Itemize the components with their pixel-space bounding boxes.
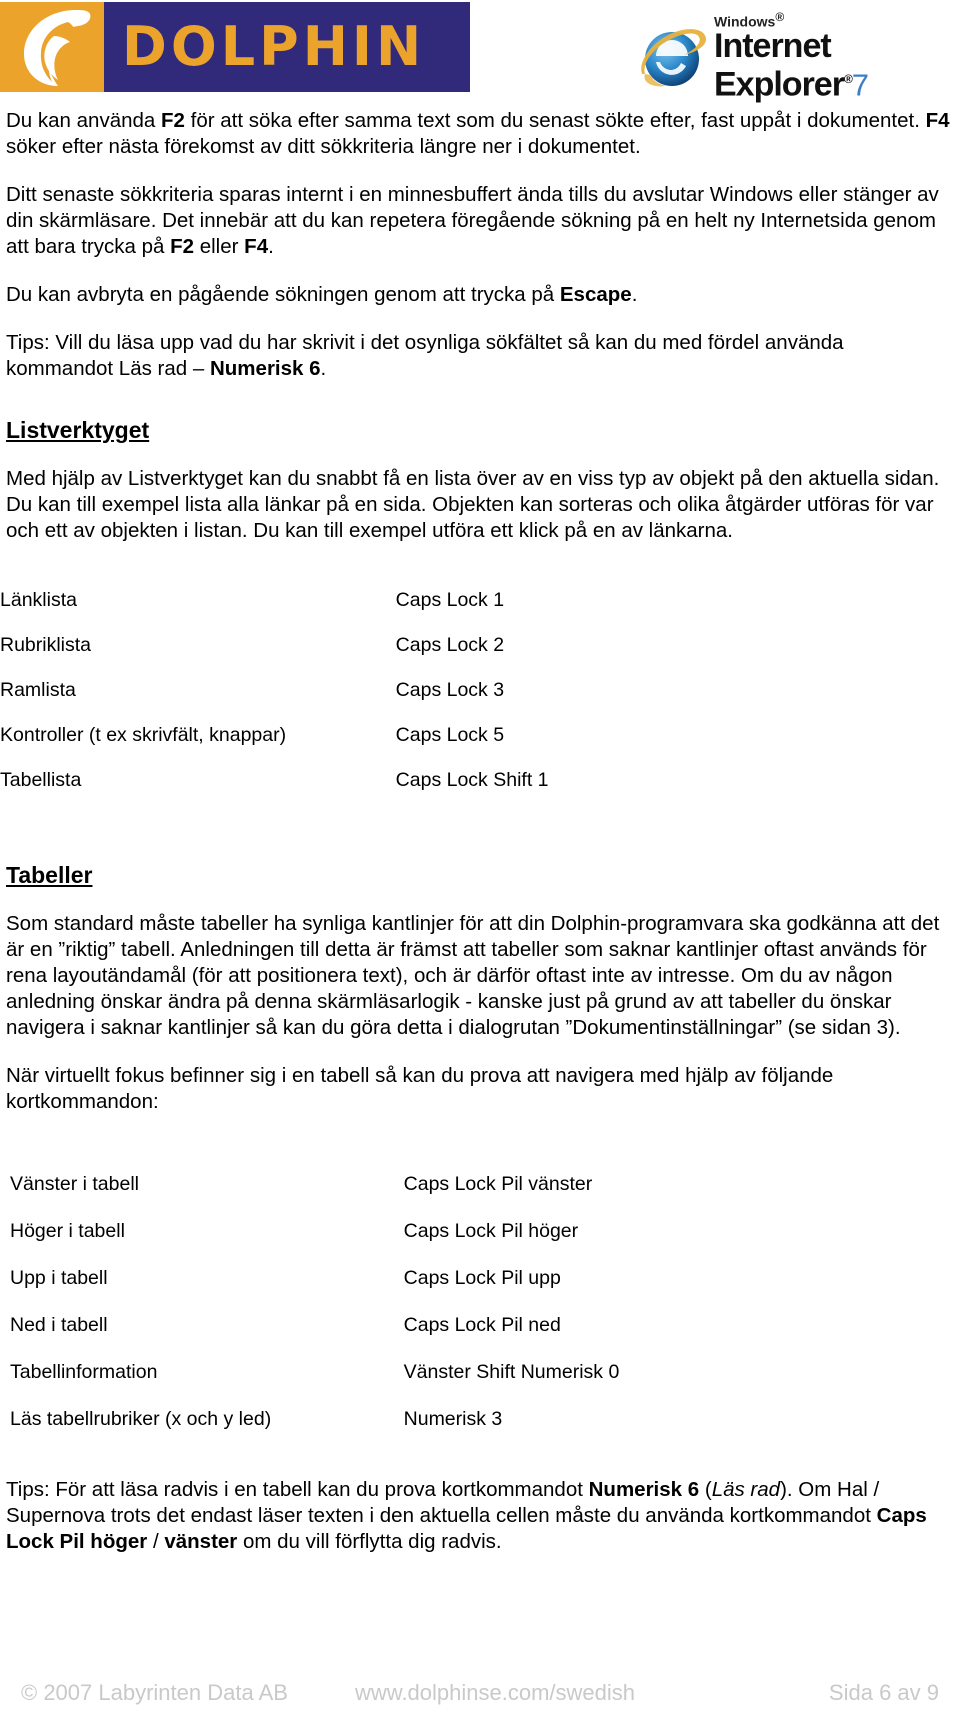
- footer-page-number: Sida 6 av 9: [828, 1680, 939, 1705]
- footer-copyright: © 2007 Labyrinten Data AB: [21, 1680, 288, 1705]
- table-row: Tabellinformation Vänster Shift Numerisk…: [0, 1349, 860, 1396]
- list-shortcut-key: Caps Lock Shift 1: [395, 769, 549, 791]
- table-navigation-shortcuts-table: Vänster i tabell Caps Lock Pil vänster H…: [0, 1161, 860, 1443]
- table-row: Rubriklista Caps Lock 2: [0, 623, 860, 668]
- table-shortcut-action: Höger i tabell: [10, 1220, 125, 1242]
- ie-version-number: 7: [851, 66, 869, 102]
- footer-url[interactable]: www.dolphinse.com/swedish: [355, 1678, 635, 1708]
- list-shortcut-key: Caps Lock 2: [395, 634, 505, 656]
- key-vanster: vänster: [164, 1530, 238, 1553]
- list-shortcut-action: Tabellista: [0, 769, 82, 791]
- key-numerisk-6-1: Numerisk 6: [209, 357, 321, 380]
- emphasis-las-rad: Läs rad: [711, 1478, 781, 1501]
- table-shortcut-key: Caps Lock Pil vänster: [403, 1173, 593, 1195]
- key-f2-1: F2: [161, 109, 185, 132]
- table-shortcut-key: Numerisk 3: [403, 1408, 503, 1430]
- list-shortcut-action: Länklista: [0, 589, 77, 611]
- table-shortcut-key: Caps Lock Pil upp: [403, 1267, 561, 1289]
- list-shortcut-key: Caps Lock 1: [395, 589, 505, 611]
- table-row: Kontroller (t ex skrivfält, knappar) Cap…: [0, 713, 860, 758]
- table-shortcut-action: Vänster i tabell: [10, 1173, 139, 1195]
- list-shortcut-action: Rubriklista: [0, 634, 92, 656]
- dolphin-logo: DOLPHIN: [0, 2, 470, 92]
- ie-explorer-label: Explorer®7: [714, 64, 869, 103]
- table-row: Vänster i tabell Caps Lock Pil vänster: [0, 1161, 860, 1208]
- paragraph-virtual-focus: När virtuellt fokus befinner sig i en ta…: [6, 1064, 834, 1113]
- section-heading-tabeller: Tabeller: [6, 862, 93, 888]
- paragraph-tabeller-description: Som standard måste tabeller ha synliga k…: [6, 912, 940, 1039]
- table-shortcut-action: Läs tabellrubriker (x och y led): [10, 1408, 272, 1430]
- paragraph-f2-f4-search: Du kan använda F2 för att söka efter sam…: [6, 109, 950, 158]
- ie-trademark-1: ®: [775, 10, 785, 24]
- paragraph-search-buffer: Ditt senaste sökkriteria sparas internt …: [6, 183, 939, 258]
- key-escape: Escape: [559, 283, 632, 306]
- dolphin-badge: [0, 2, 104, 92]
- section-heading-listverktyget: Listverktyget: [6, 417, 150, 443]
- table-row: Tabellista Caps Lock Shift 1: [0, 758, 860, 803]
- paragraph-tips-row-reading: Tips: För att läsa radvis i en tabell ka…: [6, 1478, 927, 1553]
- paragraph-tips-read-line: Tips: Vill du läsa upp vad du har skrivi…: [6, 331, 844, 380]
- document-body: Du kan använda F2 för att söka efter sam…: [0, 108, 960, 1555]
- table-shortcut-action: Ned i tabell: [10, 1314, 108, 1336]
- ie-internet-label: Internet: [714, 26, 832, 65]
- ie-trademark-2: ®: [843, 71, 853, 86]
- table-shortcut-key: Caps Lock Pil höger: [403, 1220, 579, 1242]
- internet-explorer-e-icon: [641, 29, 707, 87]
- key-f4-2: F4: [244, 235, 269, 258]
- table-row: Ramlista Caps Lock 3: [0, 668, 860, 713]
- internet-explorer-logo: Windows® Internet Explorer®7: [636, 4, 936, 101]
- key-f2-2: F2: [170, 235, 195, 258]
- dolphin-wordmark: DOLPHIN: [122, 15, 426, 78]
- key-numerisk-6-2: Numerisk 6: [588, 1478, 700, 1501]
- table-row: Läs tabellrubriker (x och y led) Numeris…: [0, 1396, 860, 1443]
- list-shortcut-key: Caps Lock 3: [395, 679, 505, 701]
- page-header: DOLPHIN Windows® Internet Explorer®7: [0, 0, 960, 108]
- internet-explorer-wordmark: Windows® Internet Explorer®7: [714, 10, 936, 101]
- paragraph-listverktyget-description: Med hjälp av Listverktyget kan du snabbt…: [6, 467, 940, 542]
- key-f4-1b: F4: [925, 109, 950, 132]
- list-tool-shortcuts-table: Länklista Caps Lock 1 Rubriklista Caps L…: [0, 578, 860, 803]
- list-shortcut-key: Caps Lock 5: [395, 724, 505, 746]
- page-footer: © 2007 Labyrinten Data AB www.dolphinse.…: [0, 1678, 960, 1718]
- table-shortcut-action: Tabellinformation: [10, 1361, 158, 1383]
- table-row: Länklista Caps Lock 1: [0, 578, 860, 623]
- list-shortcut-action: Kontroller (t ex skrivfält, knappar): [0, 724, 287, 746]
- table-row: Ned i tabell Caps Lock Pil ned: [0, 1302, 860, 1349]
- table-row: Höger i tabell Caps Lock Pil höger: [0, 1208, 860, 1255]
- table-shortcut-action: Upp i tabell: [10, 1267, 108, 1289]
- paragraph-escape: Du kan avbryta en pågående sökningen gen…: [6, 283, 638, 306]
- table-shortcut-key: Caps Lock Pil ned: [403, 1314, 561, 1336]
- table-shortcut-key: Vänster Shift Numerisk 0: [403, 1361, 620, 1383]
- dolphin-icon: [24, 10, 91, 86]
- table-row: Upp i tabell Caps Lock Pil upp: [0, 1255, 860, 1302]
- list-shortcut-action: Ramlista: [0, 679, 76, 701]
